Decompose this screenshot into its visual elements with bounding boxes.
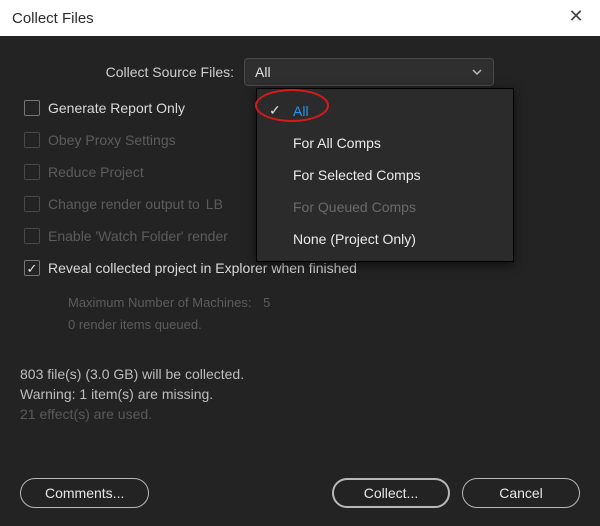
dropdown-item-all-comps[interactable]: For All Comps bbox=[257, 127, 513, 159]
max-machines-value: 5 bbox=[263, 295, 270, 310]
collect-source-dropdown: ✓ All For All Comps For Selected Comps F… bbox=[256, 88, 514, 262]
dropdown-item-label: For Selected Comps bbox=[293, 167, 421, 183]
dropdown-item-selected-comps[interactable]: For Selected Comps bbox=[257, 159, 513, 191]
dropdown-item-label: For Queued Comps bbox=[293, 199, 416, 215]
checkbox-icon bbox=[24, 260, 40, 276]
titlebar: Collect Files ✕ bbox=[0, 0, 600, 36]
checkbox-icon bbox=[24, 196, 40, 212]
dropdown-item-none[interactable]: None (Project Only) bbox=[257, 223, 513, 255]
checkbox-icon bbox=[24, 164, 40, 180]
status-line-1: 803 file(s) (3.0 GB) will be collected. bbox=[20, 364, 580, 384]
collect-button-label: Collect... bbox=[364, 485, 418, 501]
button-bar: Comments... Collect... Cancel bbox=[0, 478, 600, 508]
watch-folder-label: Enable 'Watch Folder' render bbox=[48, 228, 228, 244]
checkbox-icon bbox=[24, 228, 40, 244]
obey-proxy-label: Obey Proxy Settings bbox=[48, 132, 176, 148]
dropdown-item-label: All bbox=[293, 103, 309, 119]
collect-source-row: Collect Source Files: All bbox=[20, 58, 580, 86]
reduce-project-label: Reduce Project bbox=[48, 164, 144, 180]
close-icon[interactable]: ✕ bbox=[564, 6, 588, 27]
dropdown-item-label: None (Project Only) bbox=[293, 231, 416, 247]
collect-button[interactable]: Collect... bbox=[332, 478, 450, 508]
window-title: Collect Files bbox=[12, 10, 94, 27]
collect-source-label: Collect Source Files: bbox=[20, 64, 244, 80]
max-machines-label: Maximum Number of Machines: bbox=[68, 295, 252, 310]
collect-source-select[interactable]: All bbox=[244, 58, 494, 86]
reveal-checkbox[interactable]: Reveal collected project in Explorer whe… bbox=[24, 260, 580, 276]
dropdown-item-all[interactable]: ✓ All bbox=[257, 95, 513, 127]
reveal-label: Reveal collected project in Explorer whe… bbox=[48, 260, 357, 276]
change-output-suffix: LB bbox=[206, 196, 223, 212]
status-block: 803 file(s) (3.0 GB) will be collected. … bbox=[20, 364, 580, 424]
check-icon: ✓ bbox=[269, 102, 281, 119]
chevron-down-icon bbox=[471, 65, 483, 81]
change-output-label: Change render output to bbox=[48, 196, 200, 212]
status-line-3: 21 effect(s) are used. bbox=[20, 404, 580, 424]
cancel-button[interactable]: Cancel bbox=[462, 478, 580, 508]
collect-source-value: All bbox=[255, 64, 271, 80]
render-queued-text: 0 render items queued. bbox=[68, 314, 580, 336]
comments-button[interactable]: Comments... bbox=[20, 478, 149, 508]
dialog-content: Collect Source Files: All Generate Repor… bbox=[0, 36, 600, 526]
cancel-button-label: Cancel bbox=[499, 485, 543, 501]
checkbox-icon bbox=[24, 100, 40, 116]
comments-button-label: Comments... bbox=[45, 485, 124, 501]
dropdown-item-queued-comps: For Queued Comps bbox=[257, 191, 513, 223]
status-line-2: Warning: 1 item(s) are missing. bbox=[20, 384, 580, 404]
dropdown-item-label: For All Comps bbox=[293, 135, 381, 151]
generate-report-label: Generate Report Only bbox=[48, 100, 185, 116]
checkbox-icon bbox=[24, 132, 40, 148]
machines-info: Maximum Number of Machines: 5 0 render i… bbox=[68, 292, 580, 336]
